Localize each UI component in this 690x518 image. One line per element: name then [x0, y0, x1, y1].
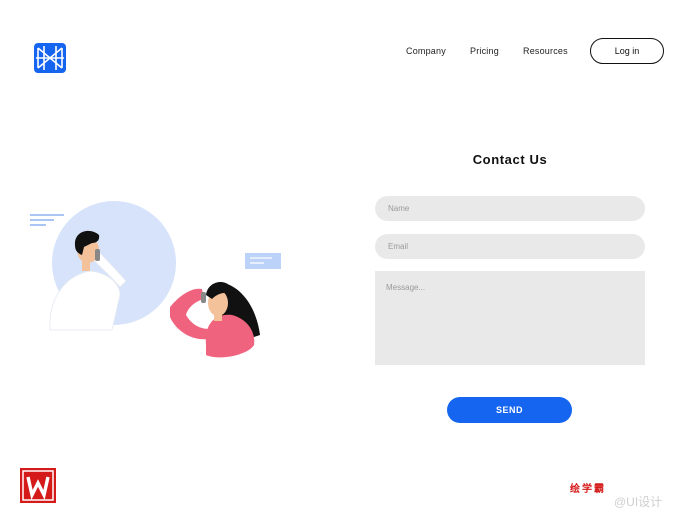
send-button[interactable]: SEND: [447, 397, 572, 423]
speech-lines-left: [30, 214, 64, 226]
page-title: Contact Us: [472, 152, 548, 167]
nav-company[interactable]: Company: [406, 46, 446, 56]
speech-bubble-right: [245, 253, 281, 269]
nav-pricing[interactable]: Pricing: [470, 46, 499, 56]
watermark-logo-icon: [20, 468, 56, 503]
watermark-text-red: 绘学霸: [570, 484, 606, 495]
woman-figure: [170, 281, 260, 358]
login-button[interactable]: Log in: [590, 38, 664, 64]
nav-resources[interactable]: Resources: [523, 46, 568, 56]
brand-logo-icon[interactable]: [33, 42, 67, 74]
watermark-text-gray: @UI设计: [614, 495, 663, 509]
message-textarea[interactable]: [375, 271, 645, 365]
email-input[interactable]: [375, 234, 645, 259]
phone-call-illustration: [30, 201, 281, 358]
name-input[interactable]: [375, 196, 645, 221]
